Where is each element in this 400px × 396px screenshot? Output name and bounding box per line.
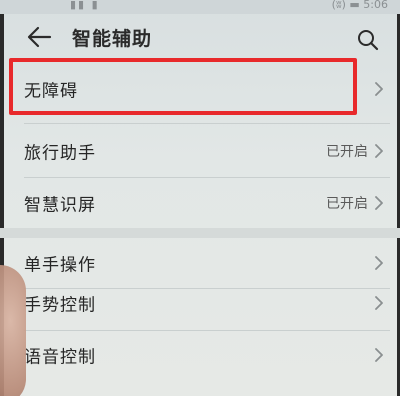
status-bar: ▮▮ ▮ (ʬ) ▬ 5:06	[0, 0, 400, 14]
settings-item-gesture-control[interactable]: 手势控制	[0, 278, 400, 328]
finger-overlay	[0, 265, 26, 396]
status-signal-text: ▮▮ ▮	[70, 0, 100, 11]
search-icon[interactable]	[356, 28, 380, 52]
chevron-right-icon	[375, 82, 383, 96]
status-time-text: (ʬ) ▬ 5:06	[331, 0, 388, 11]
chevron-right-icon	[375, 256, 383, 270]
settings-item-label: 手势控制	[24, 295, 96, 316]
app-header: 智能辅助	[0, 14, 400, 62]
back-arrow-icon[interactable]	[26, 24, 54, 50]
highlight-annotation-box	[9, 58, 357, 115]
settings-item-label: 单手操作	[24, 255, 96, 276]
settings-item-status: 已开启	[326, 196, 368, 212]
settings-item-voice-control[interactable]: 语音控制	[0, 330, 400, 380]
phone-screen: ▮▮ ▮ (ʬ) ▬ 5:06 智能辅助 无障碍 旅行助手 已开启 智慧识屏 已…	[0, 0, 400, 396]
chevron-right-icon	[375, 144, 383, 158]
page-title: 智能辅助	[72, 28, 153, 50]
chevron-right-icon	[375, 296, 383, 310]
settings-item-status: 已开启	[326, 144, 368, 160]
settings-item-travel-assistant[interactable]: 旅行助手 已开启	[0, 126, 400, 176]
chevron-right-icon	[375, 348, 383, 362]
settings-item-smart-screen-recognition[interactable]: 智慧识屏 已开启	[0, 178, 400, 228]
chevron-right-icon	[375, 196, 383, 210]
divider	[24, 123, 390, 124]
settings-item-label: 语音控制	[24, 347, 96, 368]
settings-item-label: 智慧识屏	[24, 195, 96, 216]
section-separator	[0, 228, 400, 238]
settings-item-label: 旅行助手	[24, 143, 96, 164]
